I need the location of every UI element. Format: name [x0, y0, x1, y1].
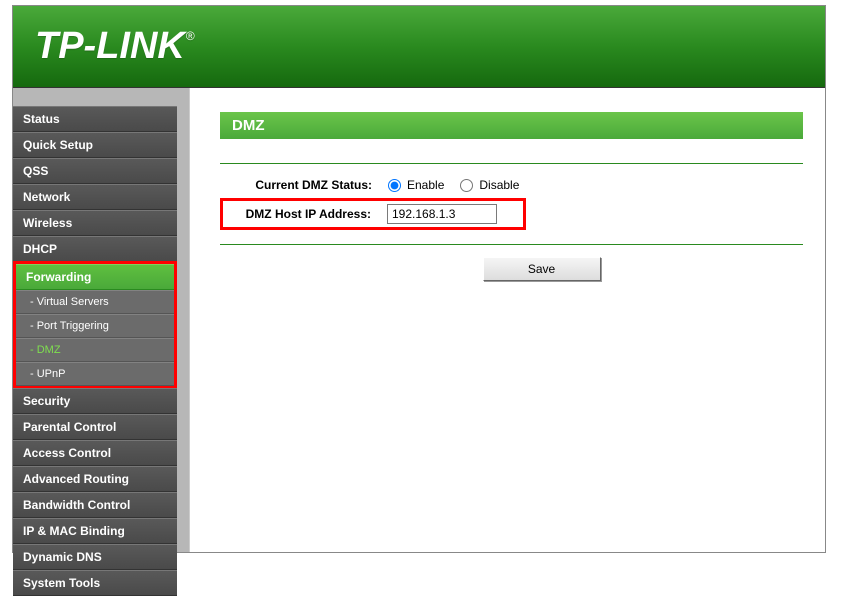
input-dmz-ip[interactable] [387, 204, 497, 224]
sidebar-item-security[interactable]: Security [13, 388, 177, 414]
sidebar-item-advanced-routing[interactable]: Advanced Routing [13, 466, 177, 492]
sidebar-item-access-control[interactable]: Access Control [13, 440, 177, 466]
controls-dmz-ip [387, 204, 497, 224]
app-frame: TP-LINK® Status Quick Setup QSS Network … [12, 5, 826, 553]
sidebar-item-network[interactable]: Network [13, 184, 177, 210]
sidebar-item-forwarding[interactable]: Forwarding [16, 264, 174, 290]
sidebar-item-quick-setup[interactable]: Quick Setup [13, 132, 177, 158]
brand-logo: TP-LINK® [35, 25, 195, 68]
page-title: DMZ [220, 112, 803, 139]
sidebar-subitem-dmz[interactable]: - DMZ [16, 338, 174, 362]
sidebar-subitem-virtual-servers[interactable]: - Virtual Servers [16, 290, 174, 314]
radio-enable-label[interactable]: Enable [407, 178, 444, 192]
controls-dmz-status: Enable Disable [388, 178, 531, 192]
sidebar: Status Quick Setup QSS Network Wireless … [13, 88, 177, 552]
row-dmz-ip-highlight: DMZ Host IP Address: [220, 198, 526, 230]
sidebar-item-ip-mac-binding[interactable]: IP & MAC Binding [13, 518, 177, 544]
sidebar-item-parental-control[interactable]: Parental Control [13, 414, 177, 440]
save-button[interactable]: Save [483, 257, 601, 281]
sidebar-item-bandwidth-control[interactable]: Bandwidth Control [13, 492, 177, 518]
label-dmz-status: Current DMZ Status: [220, 178, 388, 192]
sidebar-highlight-box: Forwarding - Virtual Servers - Port Trig… [13, 261, 177, 389]
divider-bottom [220, 244, 803, 245]
sidebar-item-dhcp[interactable]: DHCP [13, 236, 177, 262]
content: DMZ Current DMZ Status: Enable Disable D… [189, 88, 825, 552]
divider-top [220, 163, 803, 164]
sidebar-subitem-upnp[interactable]: - UPnP [16, 362, 174, 386]
brand-text: TP-LINK [35, 25, 185, 68]
sidebar-item-status[interactable]: Status [13, 106, 177, 132]
sidebar-item-system-tools[interactable]: System Tools [13, 570, 177, 596]
sidebar-item-dynamic-dns[interactable]: Dynamic DNS [13, 544, 177, 570]
registered-mark: ® [186, 29, 195, 43]
save-row: Save [220, 257, 803, 281]
radio-disable[interactable] [460, 179, 473, 192]
gutter [177, 88, 189, 552]
radio-disable-label[interactable]: Disable [479, 178, 519, 192]
sidebar-item-wireless[interactable]: Wireless [13, 210, 177, 236]
body: Status Quick Setup QSS Network Wireless … [13, 88, 825, 552]
radio-enable[interactable] [388, 179, 401, 192]
sidebar-subitem-port-triggering[interactable]: - Port Triggering [16, 314, 174, 338]
label-dmz-ip: DMZ Host IP Address: [223, 207, 387, 221]
header: TP-LINK® [13, 6, 825, 88]
sidebar-item-qss[interactable]: QSS [13, 158, 177, 184]
row-dmz-status: Current DMZ Status: Enable Disable [220, 174, 803, 196]
